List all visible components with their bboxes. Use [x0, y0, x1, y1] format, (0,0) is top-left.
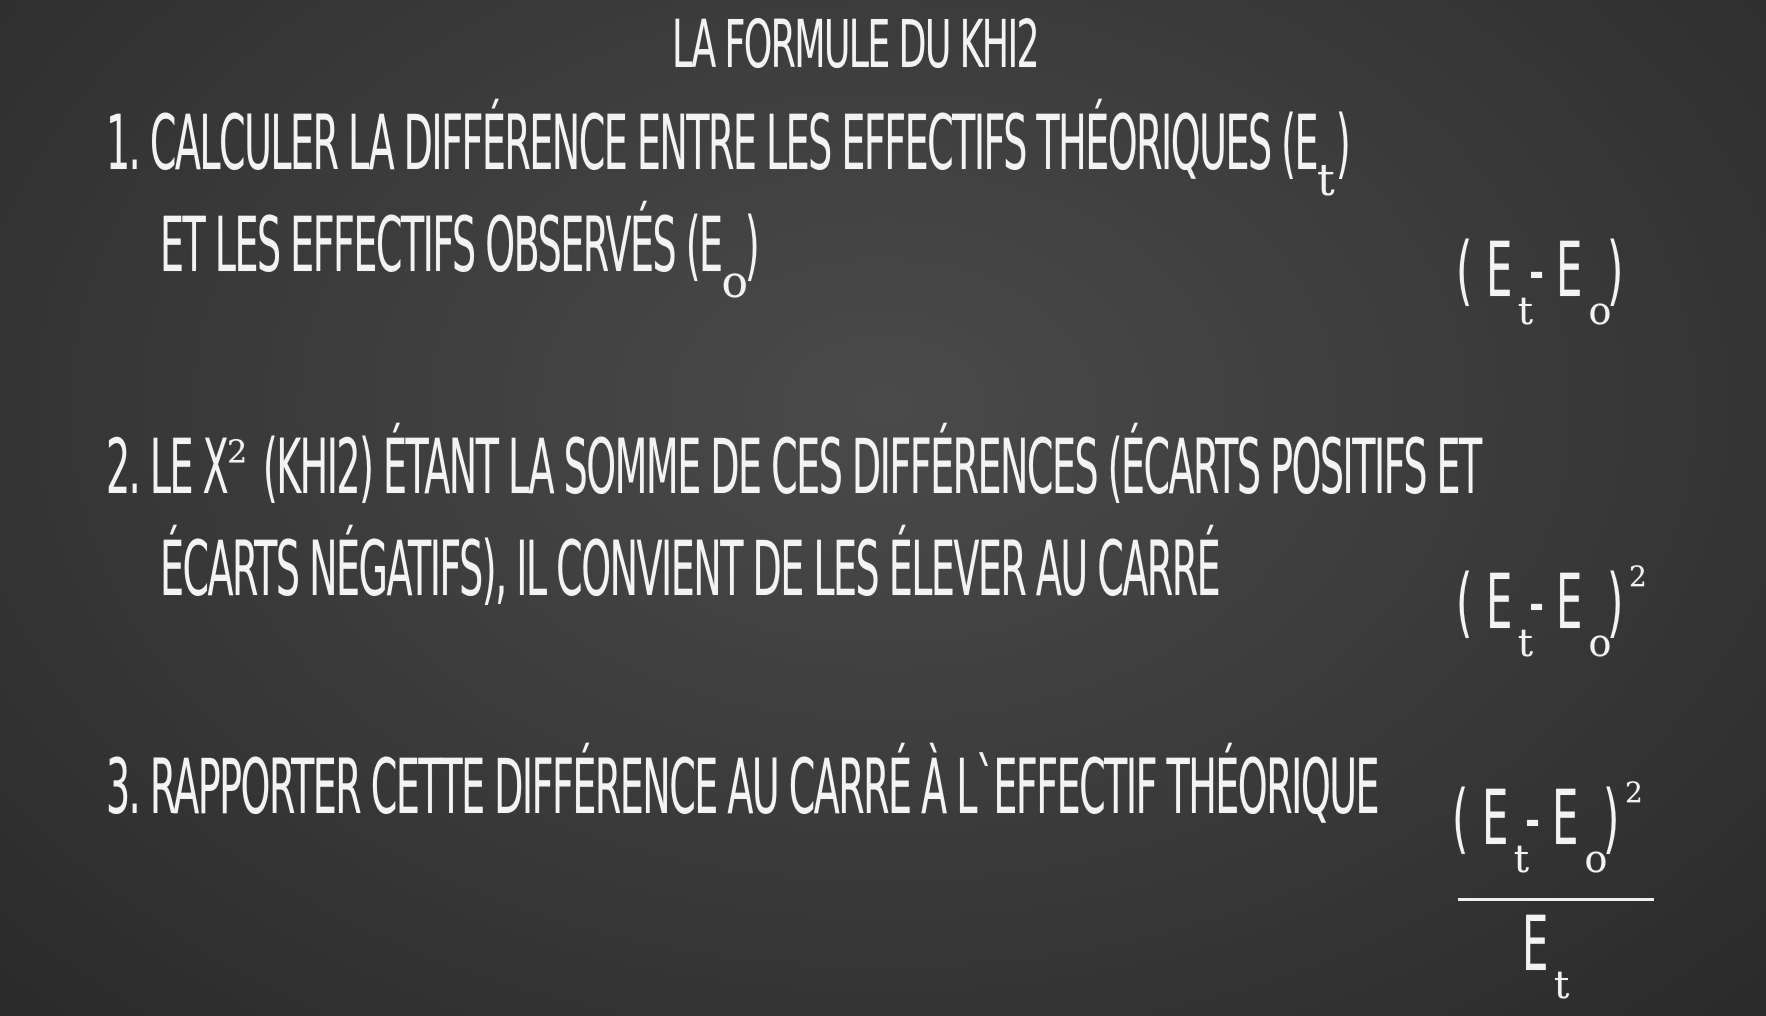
step-2-line-2: écarts négatifs), il convient de les éle… — [160, 524, 1221, 613]
formula-3-den-E: E — [1522, 899, 1549, 988]
formula-squared-difference: (Et - Eo) 2 — [1456, 560, 1647, 665]
step-3-number: 3. — [106, 742, 141, 831]
step-1-subscript-o: o — [721, 257, 749, 308]
formula-1-close-paren: ) — [1607, 225, 1624, 314]
formula-ratio-numerator: (Et - Eo) 2 — [1452, 776, 1643, 881]
formula-2-minus: - — [1528, 557, 1545, 646]
fraction-bar — [1458, 898, 1654, 901]
formula-1-minus: - — [1528, 225, 1545, 314]
step-1-close-paren: ) — [1335, 98, 1351, 187]
step-2-line-1: 2. Le X2 (Khi2) étant la somme de ces di… — [106, 422, 1482, 511]
formula-1-open-paren: ( — [1456, 225, 1473, 314]
page-title: La formule du Khi2 — [672, 6, 1040, 83]
formula-2-E: E — [1485, 557, 1513, 646]
formula-difference: (Et - Eo) — [1456, 225, 1637, 334]
step-1-number: 1. — [106, 98, 141, 187]
step-1-text-2: et les effectifs observés (E — [160, 200, 723, 289]
chi-square-superscript: 2 — [227, 433, 248, 471]
step-3-line-1: 3. rapporter cette différence au carré à… — [106, 742, 1380, 831]
step-1-line-2: et les effectifs observés (Eo) — [160, 200, 760, 308]
formula-2-E-2: E — [1556, 557, 1583, 646]
formula-3-E-2: E — [1552, 773, 1579, 862]
chalkboard: La formule du Khi2 1. calculer la différ… — [0, 0, 1766, 1016]
step-1-subscript-t: t — [1317, 155, 1335, 206]
formula-ratio-denominator: Et — [1522, 899, 1569, 1008]
step-2-number: 2. — [106, 422, 141, 511]
formula-3-den-sub-t: t — [1554, 963, 1570, 1007]
formula-3-E: E — [1481, 773, 1509, 862]
step-2-text-pre: Le X — [149, 422, 229, 511]
step-1-text: calculer la différence entre les effecti… — [149, 98, 1319, 187]
formula-3-square: 2 — [1624, 776, 1643, 809]
step-3-text: rapporter cette différence au carré à l`… — [149, 742, 1380, 831]
formula-1-E: E — [1485, 225, 1513, 314]
formula-2-square: 2 — [1628, 560, 1647, 593]
formula-3-minus: - — [1524, 773, 1541, 862]
formula-3-open-paren: ( — [1452, 773, 1469, 862]
step-1-line-1: 1. calculer la différence entre les effe… — [106, 98, 1351, 206]
formula-3-close-paren: ) — [1603, 773, 1620, 862]
formula-1-E-2: E — [1556, 225, 1583, 314]
formula-2-open-paren: ( — [1456, 557, 1473, 646]
formula-2-close-paren: ) — [1607, 557, 1624, 646]
step-2-text-post: (Khi2) étant la somme de ces différences… — [252, 422, 1482, 511]
